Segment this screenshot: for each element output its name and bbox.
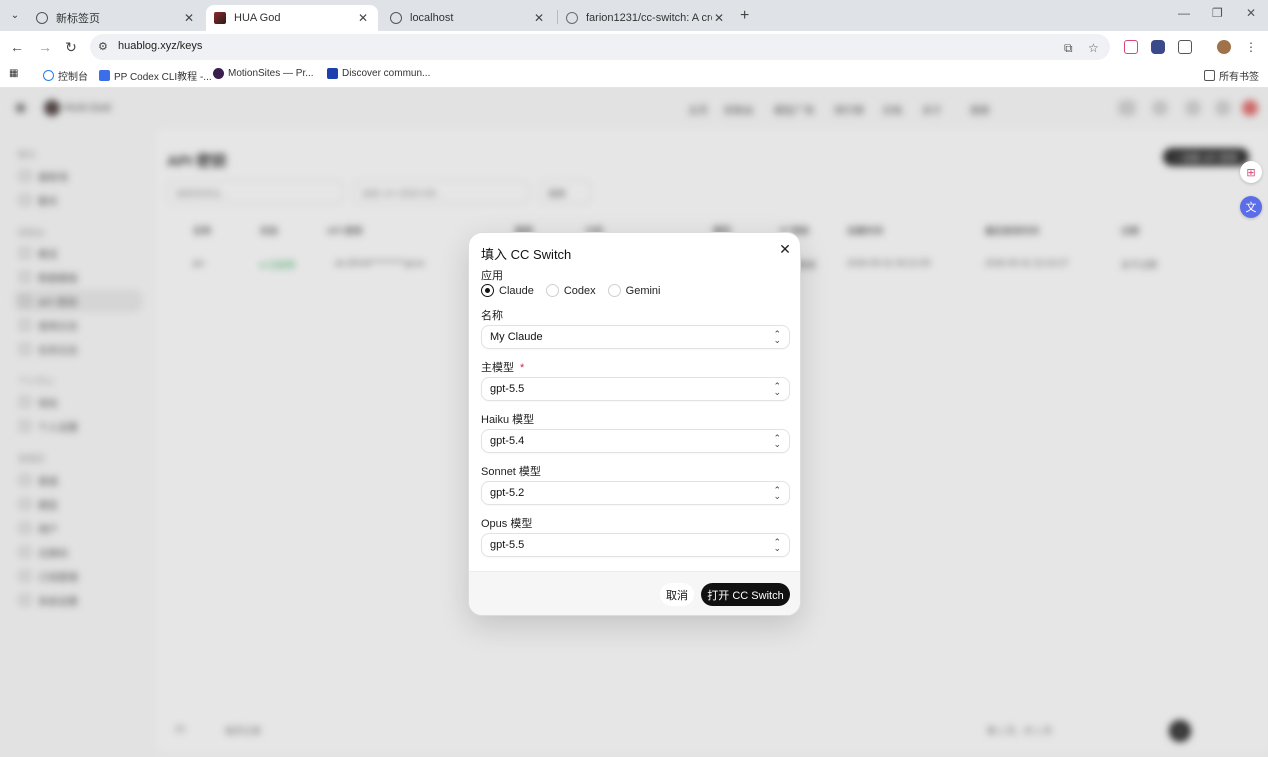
tab-label: farion1231/cc-switch: A cross [586,12,712,24]
profile-avatar-icon[interactable] [1217,40,1231,54]
name-label: 名称 [481,310,503,322]
radio-codex[interactable]: Codex [545,284,596,297]
radio-dot[interactable] [481,284,494,297]
github-icon [566,12,578,24]
tab-label: localhost [410,12,454,24]
folder-icon [1204,70,1215,81]
discover-icon [327,68,338,79]
globe-icon [36,12,48,24]
main-model-value: gpt-5.5 [490,383,525,395]
close-icon[interactable]: ✕ [777,241,793,257]
radio-gemini[interactable]: Gemini [607,284,661,297]
tab-hua-god[interactable]: HUA God ✕ [206,5,378,31]
sonnet-model-select[interactable]: gpt-5.2 ⌃ ⌄ [481,481,790,505]
chevron-updown-icon: ⌃ ⌄ [773,485,781,501]
cloud-icon [43,70,54,81]
motion-icon [213,68,224,79]
apps-grid-icon[interactable]: ▦ [9,68,18,79]
browser-toolbar: ← → ↻ ⚙ huablog.xyz/keys ⧉ ☆ ⋮ [0,31,1268,63]
back-icon[interactable]: ← [9,39,25,55]
address-bar[interactable]: ⚙ huablog.xyz/keys ⧉ ☆ [90,34,1110,60]
opus-model-select[interactable]: gpt-5.5 ⌃ ⌄ [481,533,790,557]
radio-label: Codex [563,284,596,297]
cc-switch-dialog: 填入 CC Switch ✕ 应用 Claude Codex Gemini 名称… [468,232,801,616]
site-info-icon[interactable]: ⚙ [98,40,108,53]
url-text[interactable]: huablog.xyz/keys [118,40,202,52]
dialog-title: 填入 CC Switch [481,247,572,262]
site-favicon-icon [214,12,226,24]
tab-close-icon[interactable]: ✕ [712,11,726,25]
opus-model-label: Opus 模型 [481,518,533,530]
chevron-updown-icon: ⌃ ⌄ [773,537,781,553]
all-bookmarks-label: 所有书签 [1219,72,1259,83]
chevron-updown-icon: ⌃ ⌄ [773,433,781,449]
opus-model-value: gpt-5.5 [490,539,525,551]
globe-icon [390,12,402,24]
app-radio-group: Claude Codex Gemini [481,284,673,297]
tab-label: 新标签页 [56,13,100,25]
radio-label: Gemini [625,284,661,297]
required-mark: * [520,362,525,374]
main-model-label: 主模型 * [481,359,524,375]
bookmark-item[interactable]: 控制台 [43,68,88,83]
main-model-label-text: 主模型 [481,362,514,374]
extension-blue-icon[interactable] [1151,40,1165,54]
tab-search-chevron-icon[interactable]: ⌄ [6,6,24,24]
forward-icon[interactable]: → [37,39,53,55]
bookmark-star-icon[interactable]: ☆ [1088,41,1099,55]
tab-new-tab[interactable]: 新标签页 ✕ [28,5,204,31]
bookmark-label: PP Codex CLI教程 -... [114,72,212,83]
bookmark-item[interactable]: MotionSites — Pr... [213,68,314,79]
reload-icon[interactable]: ↻ [63,39,79,55]
all-bookmarks[interactable]: 所有书签 [1204,68,1259,83]
browser-tab-strip: ⌄ 新标签页 ✕ HUA God ✕ localhost ✕ farion123… [0,0,1268,31]
name-value: My Claude [490,331,543,343]
extension-pink-icon[interactable] [1124,40,1138,54]
bookmarks-bar: ▦ 控制台 PP Codex CLI教程 -... MotionSites — … [0,63,1268,88]
haiku-model-value: gpt-5.4 [490,435,525,447]
cancel-button[interactable]: 取消 [660,583,694,606]
extensions-puzzle-icon[interactable] [1178,40,1192,54]
menu-kebab-icon[interactable]: ⋮ [1243,39,1259,55]
translate-icon[interactable]: ⧉ [1064,41,1073,56]
dialog-footer: 取消 打开 CC Switch [469,571,800,615]
chevron-updown-icon: ⌃ ⌄ [773,381,781,397]
tab-cc-switch-github[interactable]: farion1231/cc-switch: A cross ✕ [558,5,734,31]
radio-dot[interactable] [607,284,621,297]
restore-icon[interactable]: ❐ [1212,6,1223,20]
new-tab-button[interactable]: + [740,7,749,25]
minimize-icon[interactable]: — [1178,6,1190,20]
main-model-select[interactable]: gpt-5.5 ⌃ ⌄ [481,377,790,401]
floating-translate-icon[interactable]: 文 [1240,196,1262,218]
name-select[interactable]: My Claude ⌃ ⌄ [481,325,790,349]
bookmark-label: Discover commun... [342,68,431,79]
chevron-updown-icon: ⌃ ⌄ [773,329,781,345]
haiku-model-label: Haiku 模型 [481,414,535,426]
window-close-icon[interactable]: ✕ [1246,6,1256,20]
doc-icon [99,70,110,81]
open-cc-switch-button[interactable]: 打开 CC Switch [701,583,790,606]
tab-close-icon[interactable]: ✕ [182,11,196,25]
sonnet-model-value: gpt-5.2 [490,487,525,499]
bookmark-item[interactable]: PP Codex CLI教程 -... [99,68,212,83]
tab-label: HUA God [234,12,281,24]
tab-close-icon[interactable]: ✕ [532,11,546,25]
radio-dot[interactable] [545,284,559,297]
floating-grid-icon[interactable]: ⊞ [1240,161,1262,183]
tab-localhost[interactable]: localhost ✕ [382,5,554,31]
tab-close-icon[interactable]: ✕ [356,11,370,25]
radio-label: Claude [499,284,534,297]
bookmark-label: 控制台 [58,72,88,83]
radio-claude[interactable]: Claude [481,284,534,297]
sonnet-model-label: Sonnet 模型 [481,466,541,478]
bookmark-item[interactable]: Discover commun... [327,68,430,79]
bookmark-label: MotionSites — Pr... [228,68,314,79]
haiku-model-select[interactable]: gpt-5.4 ⌃ ⌄ [481,429,790,453]
app-label: 应用 [481,270,503,282]
